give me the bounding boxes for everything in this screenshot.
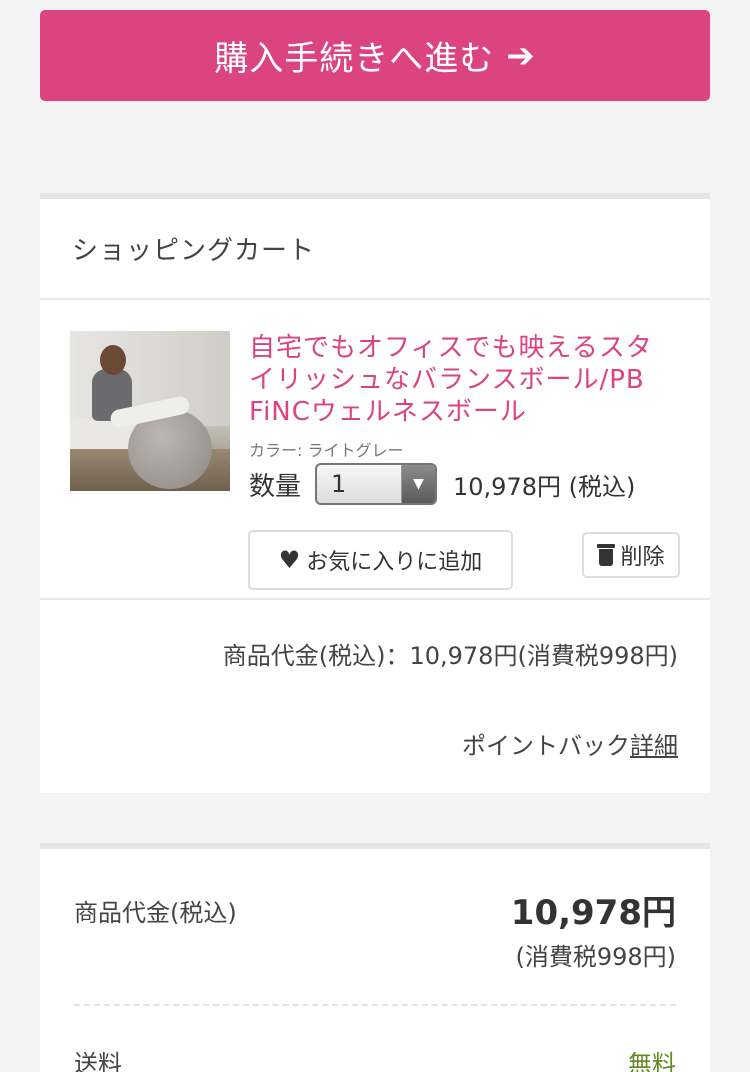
arrow-right-icon: ➔ xyxy=(506,35,536,76)
shipping-value: 無料 xyxy=(628,1050,676,1072)
checkout-label: 購入手続きへ進む xyxy=(214,39,495,79)
delete-label: 削除 xyxy=(620,545,665,570)
quantity-value: 1 xyxy=(331,470,347,498)
delete-button[interactable]: 削除 xyxy=(582,532,680,578)
point-back: ポイントバック詳細 xyxy=(462,726,678,761)
trash-icon xyxy=(597,544,616,566)
quantity-row: 数量 1 ▼ 10,978円 (税込) xyxy=(249,463,635,505)
point-back-label: ポイントバック xyxy=(462,732,630,760)
shipping-label: 送料 xyxy=(74,1050,122,1072)
add-to-favorites-button[interactable]: ♥ お気に入りに追加 xyxy=(248,530,513,590)
cart-title: ショッピングカート xyxy=(40,199,710,300)
shopping-cart-panel: ショッピングカート 自宅でもオフィスでも映えるスタイリッシュなバランスボール/P… xyxy=(40,193,710,793)
heart-icon: ♥ xyxy=(278,546,301,574)
divider xyxy=(74,1004,676,1006)
order-summary-panel: 商品代金(税込) 10,978円 (消費税998円) 送料 無料 xyxy=(40,843,710,1072)
proceed-to-checkout-button[interactable]: 購入手続きへ進む ➔ xyxy=(40,10,710,101)
items-tax-value: (消費税998円) xyxy=(515,943,676,971)
product-title-link[interactable]: 自宅でもオフィスでも映えるスタイリッシュなバランスボール/PB FiNCウェルネ… xyxy=(249,332,679,428)
cart-item: 自宅でもオフィスでも映えるスタイリッシュなバランスボール/PB FiNCウェルネ… xyxy=(40,300,710,600)
favorite-label: お気に入りに追加 xyxy=(306,550,483,575)
cart-subtotal: 商品代金(税込)：10,978円(消費税998円) xyxy=(222,642,678,670)
point-back-details-link[interactable]: 詳細 xyxy=(630,732,678,760)
dropdown-arrow-icon: ▼ xyxy=(401,465,436,503)
items-total-value: 10,978円 xyxy=(510,893,676,933)
quantity-label: 数量 xyxy=(249,471,302,502)
quantity-select[interactable]: 1 ▼ xyxy=(315,463,438,505)
items-total-label: 商品代金(税込) xyxy=(74,899,237,927)
item-price: 10,978円 (税込) xyxy=(453,472,636,501)
product-image[interactable] xyxy=(70,331,230,491)
product-color: カラー: ライトグレー xyxy=(249,441,404,460)
